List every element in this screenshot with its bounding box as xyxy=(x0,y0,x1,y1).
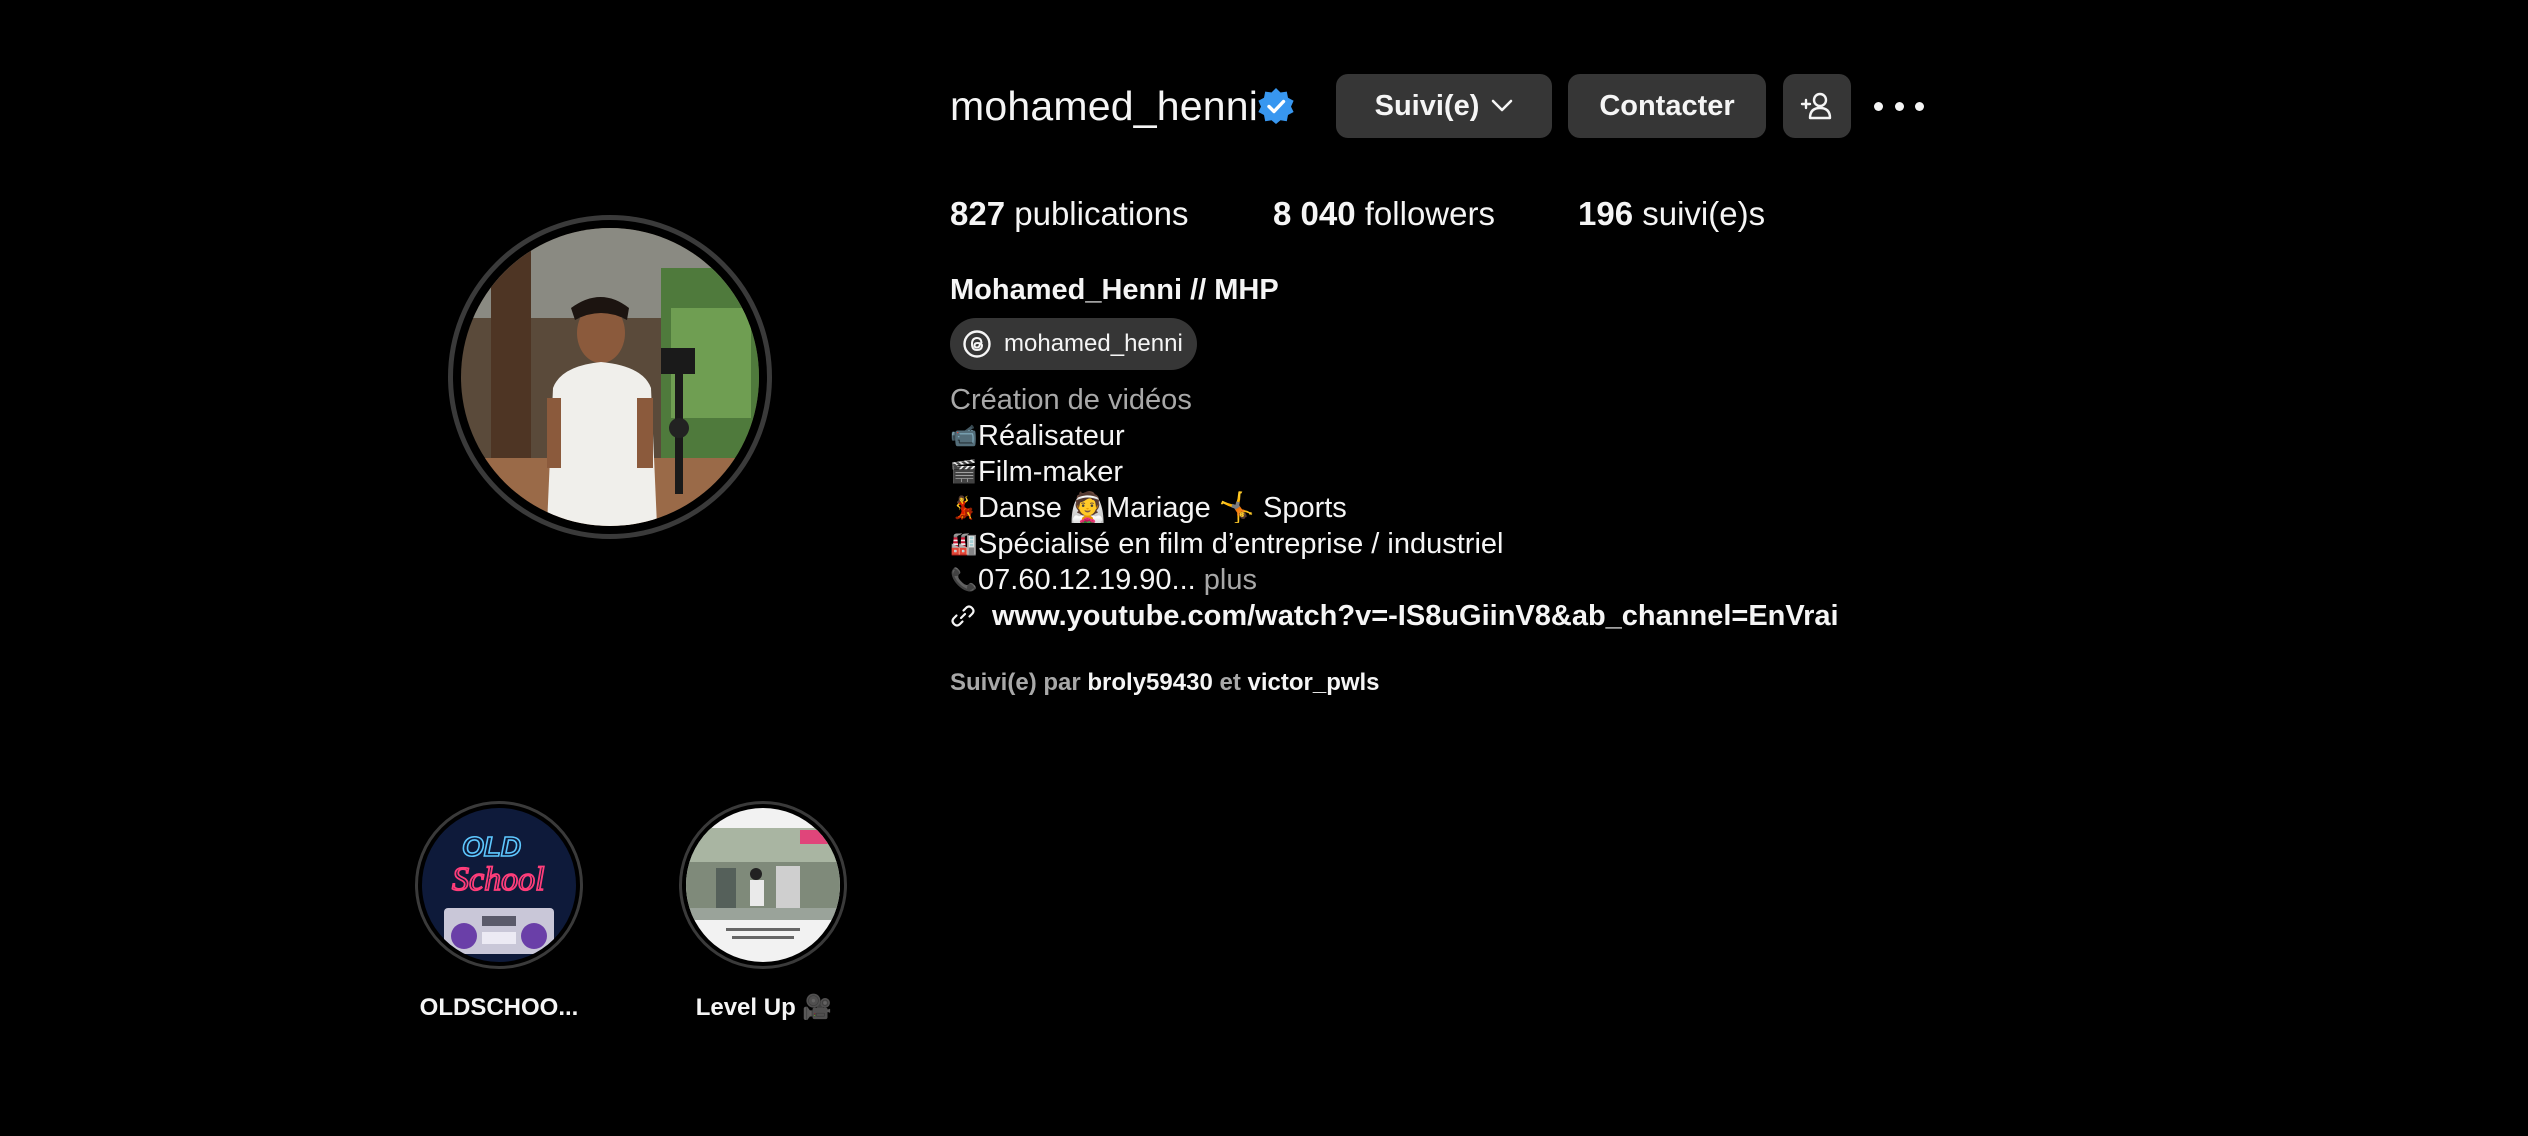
bio-line: 📹Réalisateur xyxy=(950,418,1125,454)
avatar-photo xyxy=(461,228,759,526)
profile-username: mohamed_henni xyxy=(950,83,1259,129)
bio-emoji: 🏭 xyxy=(950,531,978,556)
contact-button[interactable]: Contacter xyxy=(1568,74,1766,138)
following-button-label: Suivi(e) xyxy=(1374,89,1480,122)
profile-link-text: www.youtube.com/watch?v=-IS8uGiinV8&ab_c… xyxy=(992,600,1839,632)
more-dot xyxy=(1915,101,1924,111)
verified-badge-icon xyxy=(1256,86,1296,126)
add-user-icon xyxy=(1800,92,1832,120)
bio-emoji: 🎬 xyxy=(950,459,978,484)
bio-text: Film-maker xyxy=(978,456,1123,488)
followed-by-user[interactable]: broly59430 xyxy=(1087,669,1212,696)
followed-by-joiner: et xyxy=(1212,669,1248,696)
profile-category: Création de vidéos xyxy=(950,384,1192,416)
suggest-accounts-button[interactable] xyxy=(1783,74,1851,138)
profile-full-name: Mohamed_Henni // MHP xyxy=(950,274,1279,306)
posts-count: 827 publications xyxy=(950,192,1189,236)
posts-count-label: publications xyxy=(1014,195,1189,232)
link-icon xyxy=(951,605,975,627)
highlight-label: Level Up 🎥 xyxy=(695,994,833,1021)
threads-icon xyxy=(963,330,991,358)
followed-by-prefix: Suivi(e) par xyxy=(950,669,1088,696)
bio-line: 💃Danse 👰Mariage 🤸 Sports xyxy=(950,490,1347,526)
highlight-levelup-image xyxy=(686,808,840,962)
bio-line: 🎬Film-maker xyxy=(950,454,1123,490)
threads-handle: mohamed_henni xyxy=(1004,330,1183,357)
bio-more-link[interactable]: plus xyxy=(1196,564,1257,596)
highlight-oldschool-cover[interactable]: OLD School xyxy=(422,808,576,962)
more-options-icon[interactable] xyxy=(1874,88,1924,124)
oldschool-neon-school: School xyxy=(452,861,545,898)
highlight-levelup-cover[interactable] xyxy=(686,808,840,962)
followers-count[interactable]: 8 040 followers xyxy=(1273,192,1495,236)
bio-text: Danse 👰Mariage 🤸 Sports xyxy=(978,492,1347,524)
followed-by-user[interactable]: victor_pwls xyxy=(1247,669,1379,696)
chevron-down-icon xyxy=(1492,99,1513,112)
bio-text: Réalisateur xyxy=(978,420,1125,452)
profile-link[interactable]: www.youtube.com/watch?v=-IS8uGiinV8&ab_c… xyxy=(950,598,1839,634)
followers-count-label: followers xyxy=(1364,195,1495,232)
highlight-oldschool-image: OLD School xyxy=(422,808,576,962)
followers-count-value: 8 040 xyxy=(1273,195,1356,232)
following-count-value: 196 xyxy=(1578,195,1634,232)
bio-text: 07.60.12.19.90... xyxy=(978,564,1196,596)
bio-line: 📞07.60.12.19.90... plus xyxy=(950,562,1257,598)
profile-avatar[interactable] xyxy=(461,228,759,526)
following-count-label: suivi(e)s xyxy=(1642,195,1766,232)
bio-emoji: 💃 xyxy=(950,495,978,520)
bio-line: 🏭Spécialisé en film d’entreprise / indus… xyxy=(950,526,1503,562)
bio-emoji: 📞 xyxy=(950,567,978,592)
bio-emoji: 📹 xyxy=(950,423,978,448)
highlight-label: OLDSCHOO... xyxy=(419,994,579,1021)
following-count[interactable]: 196 suivi(e)s xyxy=(1578,192,1765,236)
more-dot xyxy=(1894,101,1904,111)
following-dropdown-button[interactable]: Suivi(e) xyxy=(1336,74,1552,138)
threads-badge[interactable]: mohamed_henni xyxy=(950,318,1197,370)
followed-by: Suivi(e) par broly59430 et victor_pwls xyxy=(950,666,1380,700)
contact-button-label: Contacter xyxy=(1599,89,1735,122)
bio-text: Spécialisé en film d’entreprise / indust… xyxy=(978,528,1504,560)
posts-count-value: 827 xyxy=(950,195,1006,232)
oldschool-neon-old: OLD xyxy=(462,831,521,862)
more-dot xyxy=(1874,101,1883,111)
